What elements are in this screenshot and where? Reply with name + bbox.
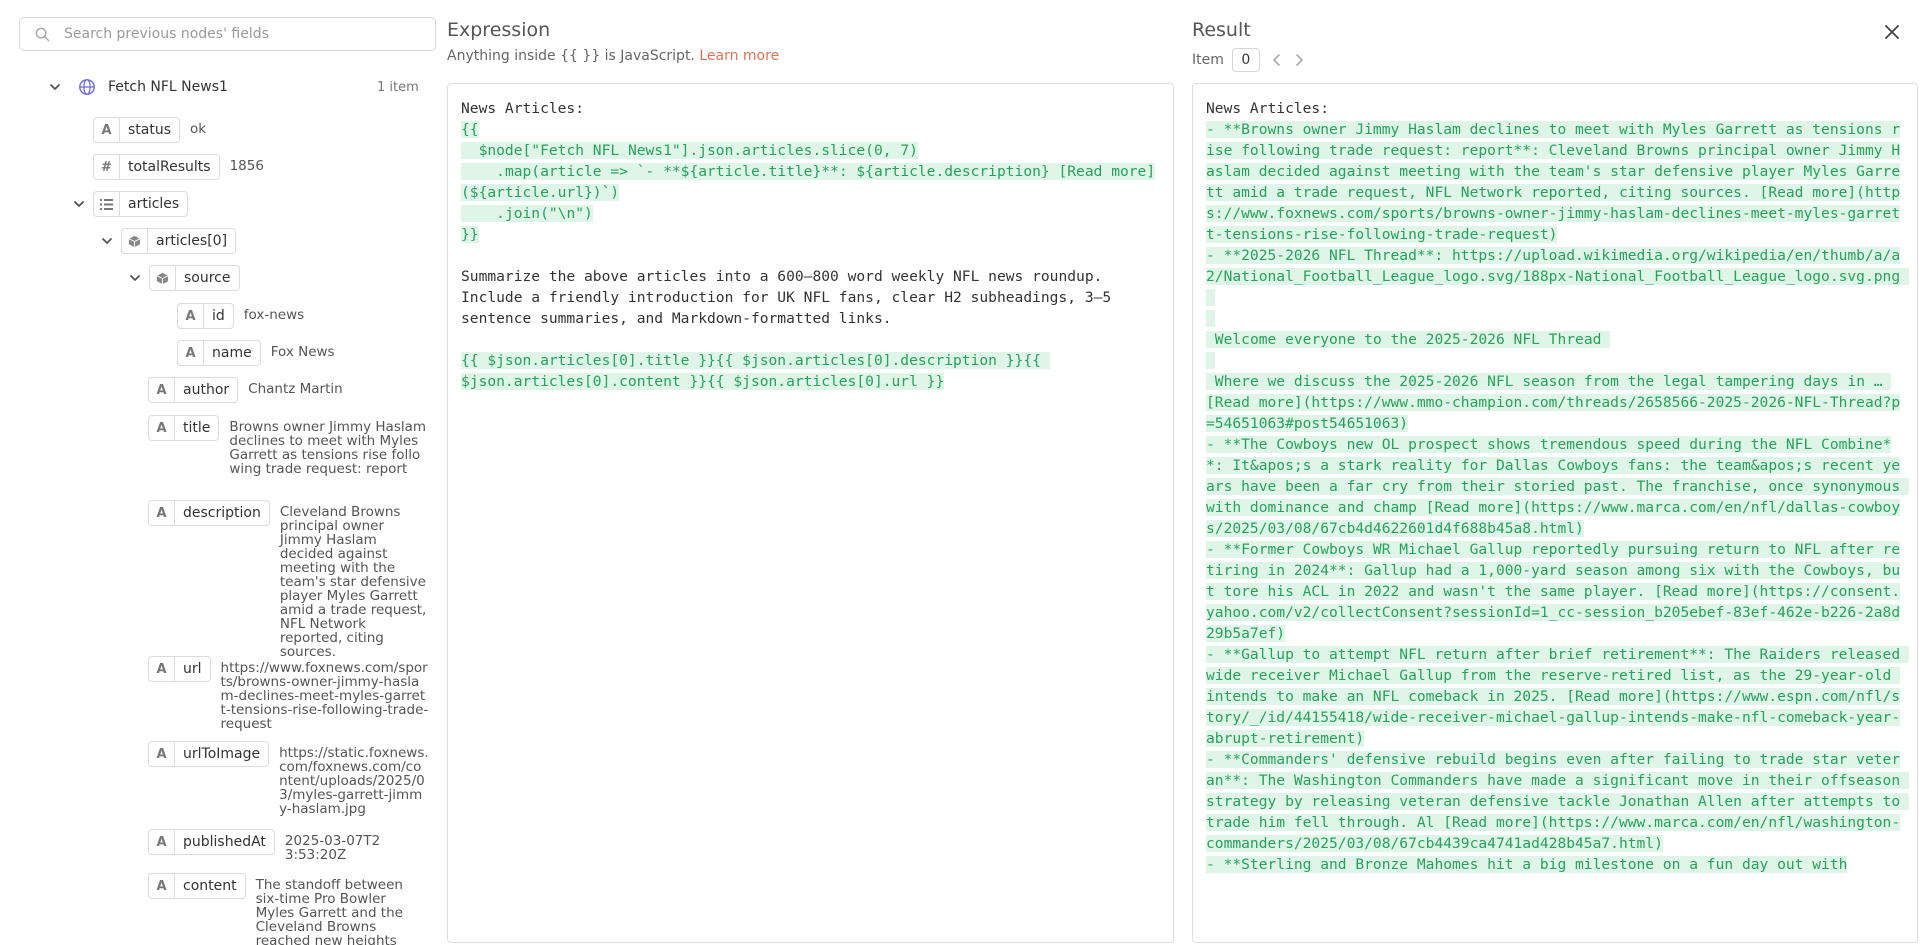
object-type-icon [150, 266, 176, 290]
field-source[interactable]: source [128, 265, 240, 291]
node-row[interactable]: Fetch NFL News1 [48, 78, 228, 96]
close-icon[interactable] [1882, 22, 1902, 42]
string-type-icon: A [94, 118, 120, 142]
field-value: https://www.foxnews.com/sports/browns-ow… [220, 660, 429, 732]
field-pill[interactable]: articles[0] [121, 228, 237, 254]
field-pill[interactable]: Atitle [148, 415, 220, 441]
code-block-2: {{ $json.articles[0].title }}{{ $json.ar… [461, 352, 1050, 390]
string-type-icon: A [149, 874, 175, 898]
field-value: The standoff between six-time Pro Bowler… [255, 877, 403, 945]
learn-more-link[interactable]: Learn more [699, 48, 779, 64]
result-line: News Articles: [1206, 100, 1330, 117]
field-publishedAt[interactable]: ApublishedAt 2025-03-07T23:53:20Z [148, 829, 385, 862]
field-value: ok [190, 121, 207, 137]
number-type-icon: # [94, 155, 120, 179]
string-type-icon: A [149, 416, 175, 440]
item-index-input[interactable]: 0 [1231, 48, 1260, 72]
chevron-left-icon[interactable] [1272, 54, 1282, 66]
field-pill[interactable]: # totalResults [93, 154, 220, 180]
string-type-icon: A [149, 657, 175, 681]
field-pill[interactable]: Aurl [148, 656, 211, 682]
field-value: Cleveland Browns principal owner Jimmy H… [279, 504, 427, 660]
field-pill[interactable]: Aname [177, 340, 261, 366]
field-totalResults[interactable]: # totalResults 1856 [93, 154, 264, 180]
field-value: 2025-03-07T23:53:20Z [284, 833, 381, 863]
field-value: Fox News [270, 344, 335, 360]
expression-title: Expression [447, 19, 551, 41]
field-pill[interactable]: Aid [177, 303, 234, 329]
field-description[interactable]: Adescription Cleveland Browns principal … [148, 500, 430, 659]
field-pill[interactable]: Acontent [148, 873, 246, 899]
string-type-icon: A [149, 742, 175, 766]
field-pill[interactable]: AurlToImage [148, 741, 270, 767]
field-pill[interactable]: articles [93, 191, 189, 217]
field-pill[interactable]: Adescription [148, 500, 270, 526]
result-output: News Articles: - **Browns owner Jimmy Ha… [1192, 83, 1918, 943]
globe-icon [78, 78, 96, 96]
string-type-icon: A [178, 341, 204, 365]
search-icon [20, 27, 64, 42]
field-articles-0[interactable]: articles[0] [100, 228, 237, 254]
field-status[interactable]: Astatus ok [93, 117, 206, 143]
result-text: - **Browns owner Jimmy Haslam declines t… [1206, 121, 1909, 873]
field-value: fox-news [243, 307, 305, 323]
field-value: https://static.foxnews.com/foxnews.com/c… [279, 745, 429, 817]
editor-line: News Articles: [461, 100, 585, 117]
string-type-icon: A [149, 501, 175, 525]
list-type-icon [94, 192, 120, 216]
field-id[interactable]: Aid fox-news [177, 303, 304, 329]
field-value: Chantz Martin [248, 381, 343, 397]
node-title: Fetch NFL News1 [108, 79, 228, 95]
string-type-icon: A [149, 378, 175, 402]
item-label: Item [1192, 52, 1224, 68]
field-content[interactable]: Acontent The standoff between six-time P… [148, 873, 426, 945]
field-urlToImage[interactable]: AurlToImage https://static.foxnews.com/f… [148, 741, 429, 816]
field-value: Browns owner Jimmy Haslam declines to me… [229, 419, 427, 477]
object-type-icon [122, 229, 148, 253]
node-item-count: 1 item [377, 80, 419, 95]
chevron-right-icon[interactable] [1294, 54, 1304, 66]
field-pill[interactable]: ApublishedAt [148, 829, 275, 855]
field-articles[interactable]: articles [72, 191, 189, 217]
search-field[interactable] [19, 17, 436, 51]
chevron-down-icon[interactable] [128, 271, 142, 285]
expression-editor[interactable]: News Articles: {{ $node["Fetch NFL News1… [447, 83, 1174, 943]
string-type-icon: A [149, 830, 175, 854]
field-name[interactable]: Aname Fox News [177, 340, 335, 366]
prompt-paragraph: Summarize the above articles into a 600–… [461, 268, 1120, 327]
result-title: Result [1192, 19, 1251, 41]
field-author[interactable]: Aauthor Chantz Martin [148, 377, 343, 403]
chevron-down-icon[interactable] [100, 234, 114, 248]
item-selector: Item 0 [1192, 48, 1304, 72]
field-title[interactable]: Atitle Browns owner Jimmy Haslam decline… [148, 415, 429, 476]
chevron-down-icon[interactable] [72, 197, 86, 211]
field-pill[interactable]: source [149, 265, 240, 291]
field-pill[interactable]: Aauthor [148, 377, 239, 403]
chevron-down-icon[interactable] [48, 80, 62, 94]
search-input[interactable] [64, 26, 424, 42]
expression-hint: Anything inside {{ }} is JavaScript. Lea… [447, 48, 780, 64]
code-block: {{ $node["Fetch NFL News1"].json.article… [461, 121, 1156, 243]
field-value: 1856 [229, 158, 264, 174]
input-panel: Fetch NFL News1 1 item Astatus ok #total… [0, 0, 440, 945]
string-type-icon: A [178, 304, 204, 328]
field-url[interactable]: Aurl https://www.foxnews.com/sports/brow… [148, 656, 429, 731]
field-pill[interactable]: Astatus [93, 117, 181, 143]
